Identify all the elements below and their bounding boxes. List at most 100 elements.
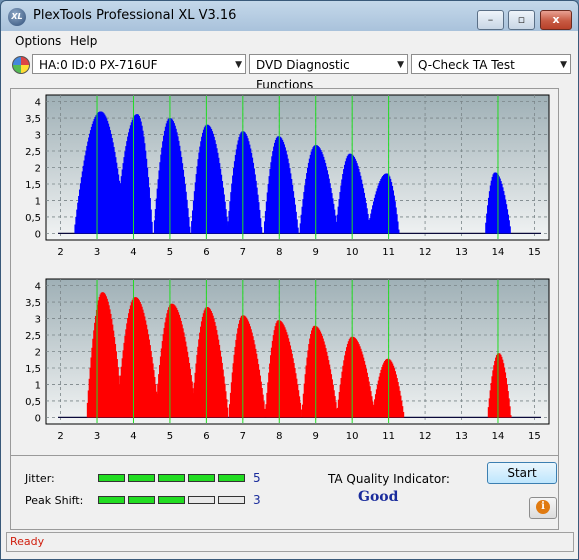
x-tick-label: 10 <box>346 247 359 258</box>
x-tick-label: 12 <box>419 431 432 442</box>
x-tick-label: 7 <box>240 247 246 258</box>
jitter-label: Jitter: <box>25 472 55 485</box>
meter-segment <box>158 496 185 504</box>
x-tick-label: 11 <box>382 431 395 442</box>
y-tick-label: 0 <box>35 229 41 240</box>
meter-segment <box>98 474 125 482</box>
app-window: XL PlexTools Professional XL V3.16 – ▫ x… <box>0 0 579 560</box>
window-title: PlexTools Professional XL V3.16 <box>33 8 237 23</box>
x-tick-label: 11 <box>382 247 395 258</box>
y-tick-label: 1 <box>35 380 41 391</box>
info-button[interactable]: i <box>529 497 557 519</box>
x-tick-label: 2 <box>57 247 63 258</box>
x-tick-label: 6 <box>203 431 209 442</box>
status-text: Ready <box>10 535 45 548</box>
restore-button[interactable]: ▫ <box>508 10 535 30</box>
drive-select-value: HA:0 ID:0 PX-716UF <box>39 58 158 72</box>
peak-shift-label: Peak Shift: <box>25 494 84 507</box>
top-chart: 0 0,5 1 1,5 2 2,5 3 3,5 4 2 3 4 5 6 7 8 9 10 11 12 13 14 15 <box>25 94 550 258</box>
data-bar <box>296 227 299 234</box>
chevron-down-icon: ▼ <box>560 60 567 70</box>
test-select-value: Q-Check TA Test <box>418 58 515 72</box>
meter-segment <box>98 496 125 504</box>
x-tick-label: 5 <box>167 431 173 442</box>
data-bar <box>226 407 229 418</box>
summary-panel: Jitter: 5 Peak Shift: 3 TA Quality Indic… <box>10 455 559 530</box>
chevron-down-icon: ▼ <box>397 60 404 70</box>
status-bar: Ready <box>6 532 574 552</box>
x-tick-label: 6 <box>203 247 209 258</box>
client-area: HA:0 ID:0 PX-716UF ▼ DVD Diagnostic Func… <box>1 51 578 559</box>
chevron-down-icon: ▼ <box>235 60 242 70</box>
x-tick-label: 15 <box>528 431 541 442</box>
x-tick-label: 10 <box>346 431 359 442</box>
data-bar <box>509 415 512 418</box>
meter-segment <box>218 474 245 482</box>
data-bar <box>402 411 405 418</box>
y-tick-label: 1,5 <box>25 364 41 375</box>
menu-bar: Options Help <box>1 31 578 51</box>
x-tick-label: 2 <box>57 431 63 442</box>
data-bar <box>508 226 511 234</box>
meter-segment <box>218 496 245 504</box>
y-tick-label: 2 <box>35 348 41 359</box>
x-tick-label: 7 <box>240 431 246 442</box>
y-tick-label: 3 <box>35 315 41 326</box>
menu-options[interactable]: Options <box>15 34 61 48</box>
y-tick-label: 0,5 <box>25 397 41 408</box>
y-tick-label: 2,5 <box>25 331 41 342</box>
x-tick-label: 5 <box>167 247 173 258</box>
x-tick-label: 9 <box>313 247 319 258</box>
bottom-chart: 0 0,5 1 1,5 2 2,5 3 3,5 4 2 3 4 5 6 7 8 9 10 11 12 13 14 15 <box>25 278 550 442</box>
start-button[interactable]: Start <box>487 462 557 484</box>
y-tick-label: 0 <box>35 413 41 424</box>
y-tick-label: 4 <box>35 98 41 109</box>
x-tick-label: 4 <box>130 247 136 258</box>
peak-shift-value: 3 <box>253 493 261 507</box>
x-tick-label: 8 <box>276 247 282 258</box>
x-tick-label: 9 <box>313 431 319 442</box>
data-bar <box>188 226 191 234</box>
y-tick-label: 3,5 <box>25 114 41 125</box>
menu-help[interactable]: Help <box>70 34 97 48</box>
function-select[interactable]: DVD Diagnostic Functions ▼ <box>249 54 408 92</box>
jitter-value: 5 <box>253 471 261 485</box>
x-tick-label: 3 <box>94 431 100 442</box>
y-tick-label: 2,5 <box>25 147 41 158</box>
y-tick-label: 2 <box>35 164 41 175</box>
data-bar <box>260 227 263 234</box>
drive-select[interactable]: HA:0 ID:0 PX-716UF ▼ <box>32 54 246 74</box>
x-tick-label: 13 <box>455 431 468 442</box>
ta-quality-value: Good <box>358 489 399 505</box>
data-bar <box>150 221 153 234</box>
title-bar[interactable]: XL PlexTools Professional XL V3.16 – ▫ x <box>1 1 578 31</box>
close-button[interactable]: x <box>540 10 572 30</box>
x-tick-label: 3 <box>94 247 100 258</box>
meter-segment <box>188 474 215 482</box>
minimize-button[interactable]: – <box>477 10 504 30</box>
data-bar <box>300 409 302 418</box>
charts-svg: 00,511,522,533,542 3 4 5 6 7 8 9 10 11 12 13 14 1500,… <box>25 94 550 442</box>
test-select[interactable]: Q-Check TA Test ▼ <box>411 54 571 74</box>
x-tick-label: 8 <box>276 431 282 442</box>
data-bar <box>397 229 400 234</box>
data-bar <box>263 408 266 418</box>
x-tick-label: 14 <box>492 247 505 258</box>
x-tick-label: 13 <box>455 247 468 258</box>
x-tick-label: 14 <box>492 431 505 442</box>
y-tick-label: 0,5 <box>25 213 41 224</box>
y-tick-label: 4 <box>35 282 41 293</box>
x-tick-label: 4 <box>130 431 136 442</box>
x-tick-label: 12 <box>419 247 432 258</box>
meter-segment <box>128 496 155 504</box>
y-tick-label: 3 <box>35 131 41 142</box>
disc-drive-icon <box>12 56 30 74</box>
meter-segment <box>158 474 185 482</box>
chart-panel: 0 0,5 1 1,5 2 2,5 3 3,5 4 2 3 4 5 6 7 8 9 10 11 12 13 14 15 0 0,… <box>10 88 559 460</box>
y-tick-label: 3,5 <box>25 298 41 309</box>
y-tick-label: 1 <box>35 196 41 207</box>
meter-segment <box>188 496 215 504</box>
ta-quality-label: TA Quality Indicator: <box>328 472 450 486</box>
y-tick-label: 1,5 <box>25 180 41 191</box>
meter-segment <box>128 474 155 482</box>
